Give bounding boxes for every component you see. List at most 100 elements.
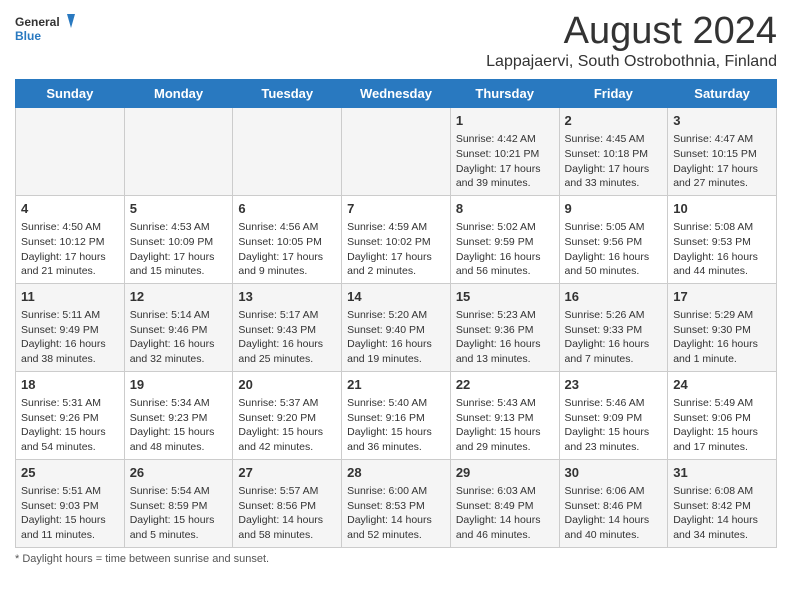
calendar-cell bbox=[16, 108, 125, 196]
col-header-monday: Monday bbox=[124, 80, 233, 108]
day-number: 30 bbox=[565, 464, 663, 482]
subtitle: Lappajaervi, South Ostrobothnia, Finland bbox=[486, 53, 777, 71]
col-header-wednesday: Wednesday bbox=[342, 80, 451, 108]
calendar-cell: 28Sunrise: 6:00 AMSunset: 8:53 PMDayligh… bbox=[342, 459, 451, 547]
logo: General Blue bbox=[15, 10, 75, 50]
day-info: Sunset: 9:20 PM bbox=[238, 411, 336, 426]
calendar-cell: 31Sunrise: 6:08 AMSunset: 8:42 PMDayligh… bbox=[668, 459, 777, 547]
day-info: and 29 minutes. bbox=[456, 440, 554, 455]
day-info: Sunrise: 5:02 AM bbox=[456, 220, 554, 235]
day-info: Daylight: 16 hours bbox=[673, 250, 771, 265]
day-number: 17 bbox=[673, 288, 771, 306]
day-info: Sunset: 9:59 PM bbox=[456, 235, 554, 250]
day-info: and 13 minutes. bbox=[456, 352, 554, 367]
calendar-cell: 18Sunrise: 5:31 AMSunset: 9:26 PMDayligh… bbox=[16, 371, 125, 459]
calendar-cell: 25Sunrise: 5:51 AMSunset: 9:03 PMDayligh… bbox=[16, 459, 125, 547]
day-info: Daylight: 15 hours bbox=[673, 425, 771, 440]
day-info: and 19 minutes. bbox=[347, 352, 445, 367]
day-info: Sunrise: 5:34 AM bbox=[130, 396, 228, 411]
day-number: 9 bbox=[565, 200, 663, 218]
day-number: 3 bbox=[673, 112, 771, 130]
col-header-tuesday: Tuesday bbox=[233, 80, 342, 108]
day-info: and 48 minutes. bbox=[130, 440, 228, 455]
day-info: Sunset: 9:23 PM bbox=[130, 411, 228, 426]
day-info: Sunrise: 5:05 AM bbox=[565, 220, 663, 235]
day-info: Sunset: 10:05 PM bbox=[238, 235, 336, 250]
day-info: Daylight: 15 hours bbox=[21, 425, 119, 440]
day-number: 31 bbox=[673, 464, 771, 482]
day-info: Daylight: 16 hours bbox=[347, 337, 445, 352]
calendar-cell bbox=[342, 108, 451, 196]
week-row-2: 4Sunrise: 4:50 AMSunset: 10:12 PMDayligh… bbox=[16, 195, 777, 283]
day-info: Sunrise: 6:03 AM bbox=[456, 484, 554, 499]
week-row-3: 11Sunrise: 5:11 AMSunset: 9:49 PMDayligh… bbox=[16, 283, 777, 371]
day-info: Sunrise: 6:08 AM bbox=[673, 484, 771, 499]
calendar-cell: 9 Sunrise: 5:05 AMSunset: 9:56 PMDaylight… bbox=[559, 195, 668, 283]
day-info: Sunrise: 5:40 AM bbox=[347, 396, 445, 411]
day-number: 23 bbox=[565, 376, 663, 394]
day-number: 8 bbox=[456, 200, 554, 218]
day-number: 6 bbox=[238, 200, 336, 218]
day-info: Sunrise: 4:56 AM bbox=[238, 220, 336, 235]
day-info: Sunset: 8:46 PM bbox=[565, 499, 663, 514]
day-info: Daylight: 16 hours bbox=[565, 337, 663, 352]
day-info: Daylight: 14 hours bbox=[456, 513, 554, 528]
day-number: 4 bbox=[21, 200, 119, 218]
day-info: Sunset: 9:30 PM bbox=[673, 323, 771, 338]
week-row-4: 18Sunrise: 5:31 AMSunset: 9:26 PMDayligh… bbox=[16, 371, 777, 459]
day-info: Sunset: 9:53 PM bbox=[673, 235, 771, 250]
day-info: Sunrise: 5:54 AM bbox=[130, 484, 228, 499]
calendar-cell: 7Sunrise: 4:59 AMSunset: 10:02 PMDayligh… bbox=[342, 195, 451, 283]
day-info: Sunrise: 5:46 AM bbox=[565, 396, 663, 411]
day-info: and 11 minutes. bbox=[21, 528, 119, 543]
day-info: and 56 minutes. bbox=[456, 264, 554, 279]
day-info: Sunrise: 5:11 AM bbox=[21, 308, 119, 323]
day-info: Sunset: 8:56 PM bbox=[238, 499, 336, 514]
header: General Blue August 2024 Lappajaervi, So… bbox=[15, 10, 777, 71]
calendar-cell: 11Sunrise: 5:11 AMSunset: 9:49 PMDayligh… bbox=[16, 283, 125, 371]
header-row: SundayMondayTuesdayWednesdayThursdayFrid… bbox=[16, 80, 777, 108]
day-info: Sunset: 8:53 PM bbox=[347, 499, 445, 514]
col-header-friday: Friday bbox=[559, 80, 668, 108]
day-number: 27 bbox=[238, 464, 336, 482]
day-info: and 9 minutes. bbox=[238, 264, 336, 279]
day-number: 20 bbox=[238, 376, 336, 394]
day-info: Sunset: 9:03 PM bbox=[21, 499, 119, 514]
day-info: Sunrise: 5:37 AM bbox=[238, 396, 336, 411]
day-info: and 58 minutes. bbox=[238, 528, 336, 543]
day-info: and 1 minute. bbox=[673, 352, 771, 367]
day-info: Sunset: 9:56 PM bbox=[565, 235, 663, 250]
day-info: Sunset: 10:09 PM bbox=[130, 235, 228, 250]
day-number: 2 bbox=[565, 112, 663, 130]
day-info: Daylight: 15 hours bbox=[565, 425, 663, 440]
calendar-cell bbox=[124, 108, 233, 196]
day-number: 22 bbox=[456, 376, 554, 394]
day-number: 26 bbox=[130, 464, 228, 482]
calendar-cell: 30Sunrise: 6:06 AMSunset: 8:46 PMDayligh… bbox=[559, 459, 668, 547]
week-row-5: 25Sunrise: 5:51 AMSunset: 9:03 PMDayligh… bbox=[16, 459, 777, 547]
day-info: Sunrise: 5:20 AM bbox=[347, 308, 445, 323]
calendar-cell: 20Sunrise: 5:37 AMSunset: 9:20 PMDayligh… bbox=[233, 371, 342, 459]
day-info: Daylight: 17 hours bbox=[130, 250, 228, 265]
day-info: and 54 minutes. bbox=[21, 440, 119, 455]
day-info: Daylight: 16 hours bbox=[565, 250, 663, 265]
main-title: August 2024 bbox=[486, 10, 777, 53]
day-info: Sunrise: 5:14 AM bbox=[130, 308, 228, 323]
logo-svg: General Blue bbox=[15, 10, 75, 50]
day-number: 21 bbox=[347, 376, 445, 394]
calendar-cell: 21Sunrise: 5:40 AMSunset: 9:16 PMDayligh… bbox=[342, 371, 451, 459]
day-info: Sunset: 9:26 PM bbox=[21, 411, 119, 426]
day-info: Sunset: 9:33 PM bbox=[565, 323, 663, 338]
calendar-cell: 8Sunrise: 5:02 AMSunset: 9:59 PMDaylight… bbox=[450, 195, 559, 283]
day-number: 24 bbox=[673, 376, 771, 394]
day-info: Sunset: 9:40 PM bbox=[347, 323, 445, 338]
day-number: 7 bbox=[347, 200, 445, 218]
day-number: 14 bbox=[347, 288, 445, 306]
day-info: and 34 minutes. bbox=[673, 528, 771, 543]
day-number: 16 bbox=[565, 288, 663, 306]
col-header-sunday: Sunday bbox=[16, 80, 125, 108]
day-number: 1 bbox=[456, 112, 554, 130]
day-number: 11 bbox=[21, 288, 119, 306]
day-info: Daylight: 17 hours bbox=[565, 162, 663, 177]
calendar-cell: 23Sunrise: 5:46 AMSunset: 9:09 PMDayligh… bbox=[559, 371, 668, 459]
